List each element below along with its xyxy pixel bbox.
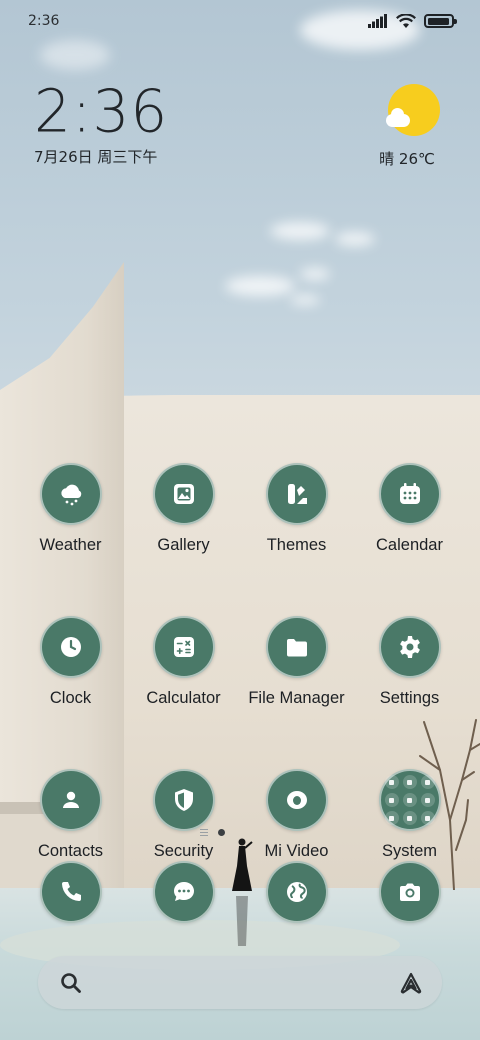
app-system-folder[interactable]: System [353, 769, 466, 861]
status-time: 2:36 [28, 13, 60, 29]
wifi-icon [396, 13, 416, 28]
app-calculator[interactable]: Calculator [127, 616, 240, 708]
themes-icon [265, 463, 328, 525]
app-file-manager[interactable]: File Manager [240, 616, 353, 708]
signal-icon [368, 14, 387, 28]
shield-icon [152, 769, 215, 831]
app-gallery[interactable]: Gallery [127, 463, 240, 555]
app-settings[interactable]: Settings [353, 616, 466, 708]
status-icons [368, 13, 457, 29]
search-icon[interactable] [58, 970, 84, 996]
app-mi-video[interactable]: Mi Video [240, 769, 353, 861]
contacts-icon [39, 769, 102, 831]
camera-icon [378, 861, 441, 923]
app-label: Weather [39, 536, 102, 554]
search-bar[interactable] [38, 956, 442, 1009]
clock-widget[interactable]: 2:36 7月26日 周三下午 [34, 76, 169, 167]
calculator-icon [152, 616, 215, 678]
app-label: Contacts [37, 842, 104, 860]
weather-widget[interactable]: 晴 26℃ [379, 84, 444, 169]
app-weather[interactable]: Weather [14, 463, 127, 555]
status-bar: 2:36 [0, 0, 480, 42]
weather-text: 晴 26℃ [379, 150, 435, 168]
video-icon [265, 769, 328, 831]
dock-phone[interactable] [14, 861, 127, 923]
sunny-cloud-icon [386, 84, 440, 136]
gallery-icon [152, 463, 215, 525]
app-calendar[interactable]: Calendar [353, 463, 466, 555]
app-label: File Manager [248, 689, 345, 707]
folder-grid-icon [378, 769, 441, 831]
app-contacts[interactable]: Contacts [14, 769, 127, 861]
app-grid: Weather Gallery Themes Calendar Clock Ca… [14, 463, 466, 861]
dock-browser[interactable] [240, 861, 353, 923]
app-label: Security [153, 842, 214, 860]
app-label: Calculator [146, 689, 221, 707]
assistant-icon[interactable] [398, 970, 424, 996]
folder-icon [265, 616, 328, 678]
gear-icon [378, 616, 441, 678]
dock-messages[interactable] [127, 861, 240, 923]
calendar-icon [378, 463, 441, 525]
browser-icon [265, 861, 328, 923]
clock-icon [39, 616, 102, 678]
app-label: System [381, 842, 437, 860]
clock-time: 2:36 [34, 76, 169, 146]
dock-camera[interactable] [353, 861, 466, 923]
clock-date: 7月26日 周三下午 [34, 148, 158, 166]
app-label: Clock [49, 689, 92, 707]
weather-icon [39, 463, 102, 525]
messages-icon [152, 861, 215, 923]
app-label: Themes [266, 536, 327, 554]
page-dot-active [218, 829, 225, 836]
app-security[interactable]: Security [127, 769, 240, 861]
app-label: Gallery [157, 536, 210, 554]
app-themes[interactable]: Themes [240, 463, 353, 555]
battery-icon [424, 14, 457, 28]
app-list-indicator-icon [200, 829, 208, 836]
app-label: Mi Video [264, 842, 329, 860]
app-clock[interactable]: Clock [14, 616, 127, 708]
page-indicator[interactable] [200, 829, 225, 836]
app-label: Calendar [376, 536, 443, 554]
app-label: Settings [379, 689, 440, 707]
dock [14, 861, 466, 923]
phone-icon [39, 861, 102, 923]
